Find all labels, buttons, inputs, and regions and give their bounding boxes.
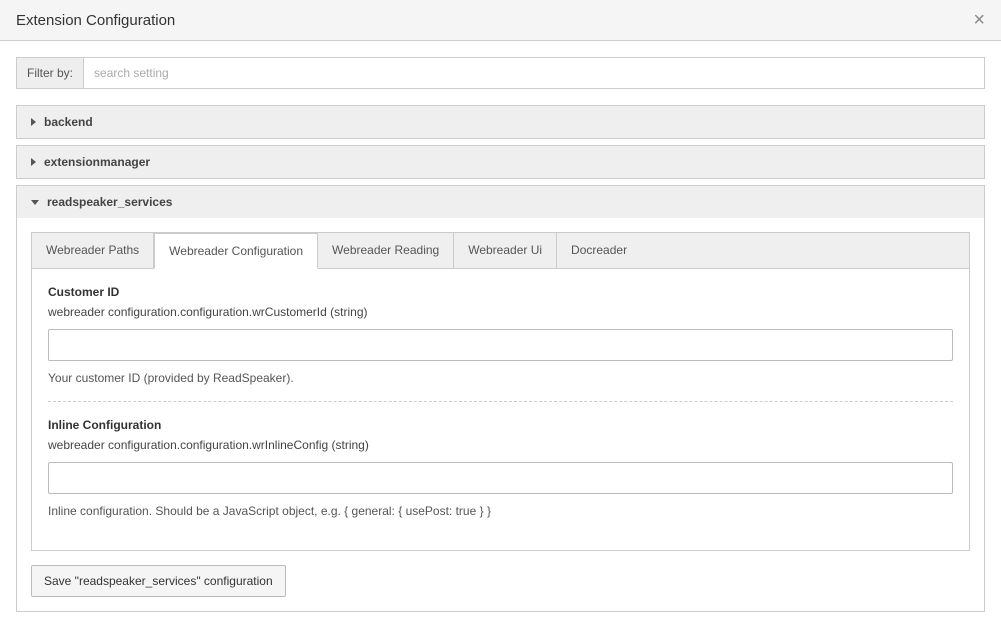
save-button[interactable]: Save "readspeaker_services" configuratio… [31,565,286,597]
tabs-nav: Webreader Paths Webreader Configuration … [31,232,970,269]
modal-header: Extension Configuration × [0,0,1001,41]
field-customer-id: Customer ID webreader configuration.conf… [48,285,953,401]
category-header-backend[interactable]: backend [17,106,984,138]
category-header-readspeaker[interactable]: readspeaker_services [17,186,984,218]
chevron-right-icon [31,118,36,126]
tab-webreader-reading[interactable]: Webreader Reading [318,233,454,268]
tab-docreader[interactable]: Docreader [557,233,641,268]
category-readspeaker-services: readspeaker_services Webreader Paths Web… [16,185,985,612]
filter-row: Filter by: [16,57,985,89]
modal-title: Extension Configuration [16,12,175,29]
field-path: webreader configuration.configuration.wr… [48,305,953,319]
customer-id-input[interactable] [48,329,953,361]
category-title: extensionmanager [44,155,150,169]
close-icon[interactable]: × [973,10,985,30]
modal-body: Filter by: backend extensionmanager read… [0,41,1001,634]
chevron-down-icon [31,200,39,205]
filter-label: Filter by: [17,58,84,88]
category-title: readspeaker_services [47,195,172,209]
tab-webreader-configuration[interactable]: Webreader Configuration [154,233,318,269]
field-title: Inline Configuration [48,418,953,432]
chevron-right-icon [31,158,36,166]
field-inline-configuration: Inline Configuration webreader configura… [48,401,953,534]
category-header-extensionmanager[interactable]: extensionmanager [17,146,984,178]
inline-config-input[interactable] [48,462,953,494]
category-extensionmanager: extensionmanager [16,145,985,179]
field-title: Customer ID [48,285,953,299]
tabs-area: Webreader Paths Webreader Configuration … [17,218,984,611]
field-help: Inline configuration. Should be a JavaSc… [48,504,953,518]
field-path: webreader configuration.configuration.wr… [48,438,953,452]
config-panel: Customer ID webreader configuration.conf… [31,269,970,551]
tab-webreader-ui[interactable]: Webreader Ui [454,233,557,268]
field-help: Your customer ID (provided by ReadSpeake… [48,371,953,385]
filter-input[interactable] [84,58,984,88]
category-title: backend [44,115,93,129]
tab-webreader-paths[interactable]: Webreader Paths [32,233,154,268]
category-backend: backend [16,105,985,139]
